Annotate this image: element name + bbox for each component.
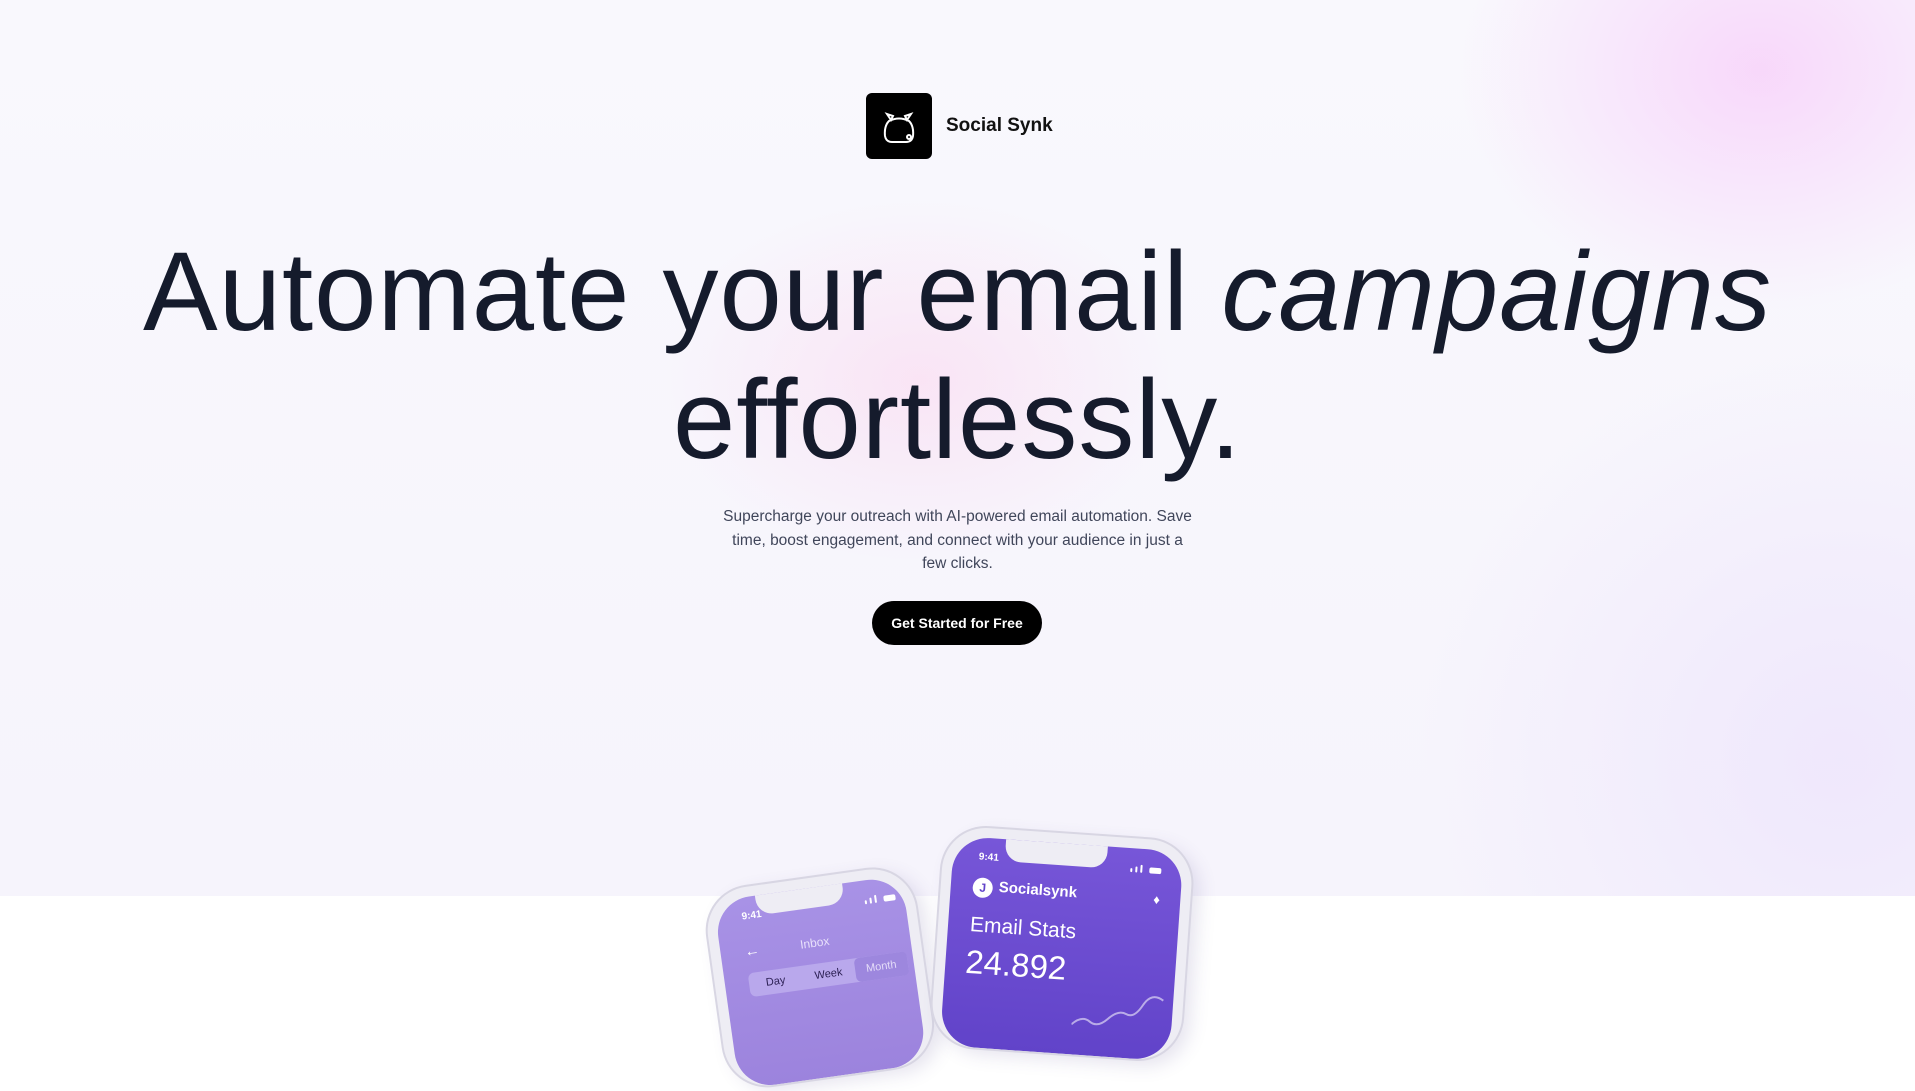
pouch-icon bbox=[866, 93, 932, 159]
headline-part2: effortlessly. bbox=[672, 357, 1243, 482]
brand-name: Social Synk bbox=[946, 115, 1053, 136]
headline-italic: campaigns bbox=[1221, 229, 1772, 354]
hero-subtitle: Supercharge your outreach with AI-powere… bbox=[723, 508, 1192, 572]
headline-part1: Automate your email bbox=[143, 229, 1222, 354]
content-band bbox=[0, 896, 1915, 991]
get-started-button[interactable]: Get Started for Free bbox=[872, 601, 1042, 645]
page-title: Automate your email campaigns effortless… bbox=[0, 228, 1915, 484]
brand[interactable]: Social Synk bbox=[866, 93, 1053, 159]
sparkline-icon bbox=[1071, 996, 1164, 1026]
hero-section: Social Synk Automate your email campaign… bbox=[0, 0, 1915, 896]
